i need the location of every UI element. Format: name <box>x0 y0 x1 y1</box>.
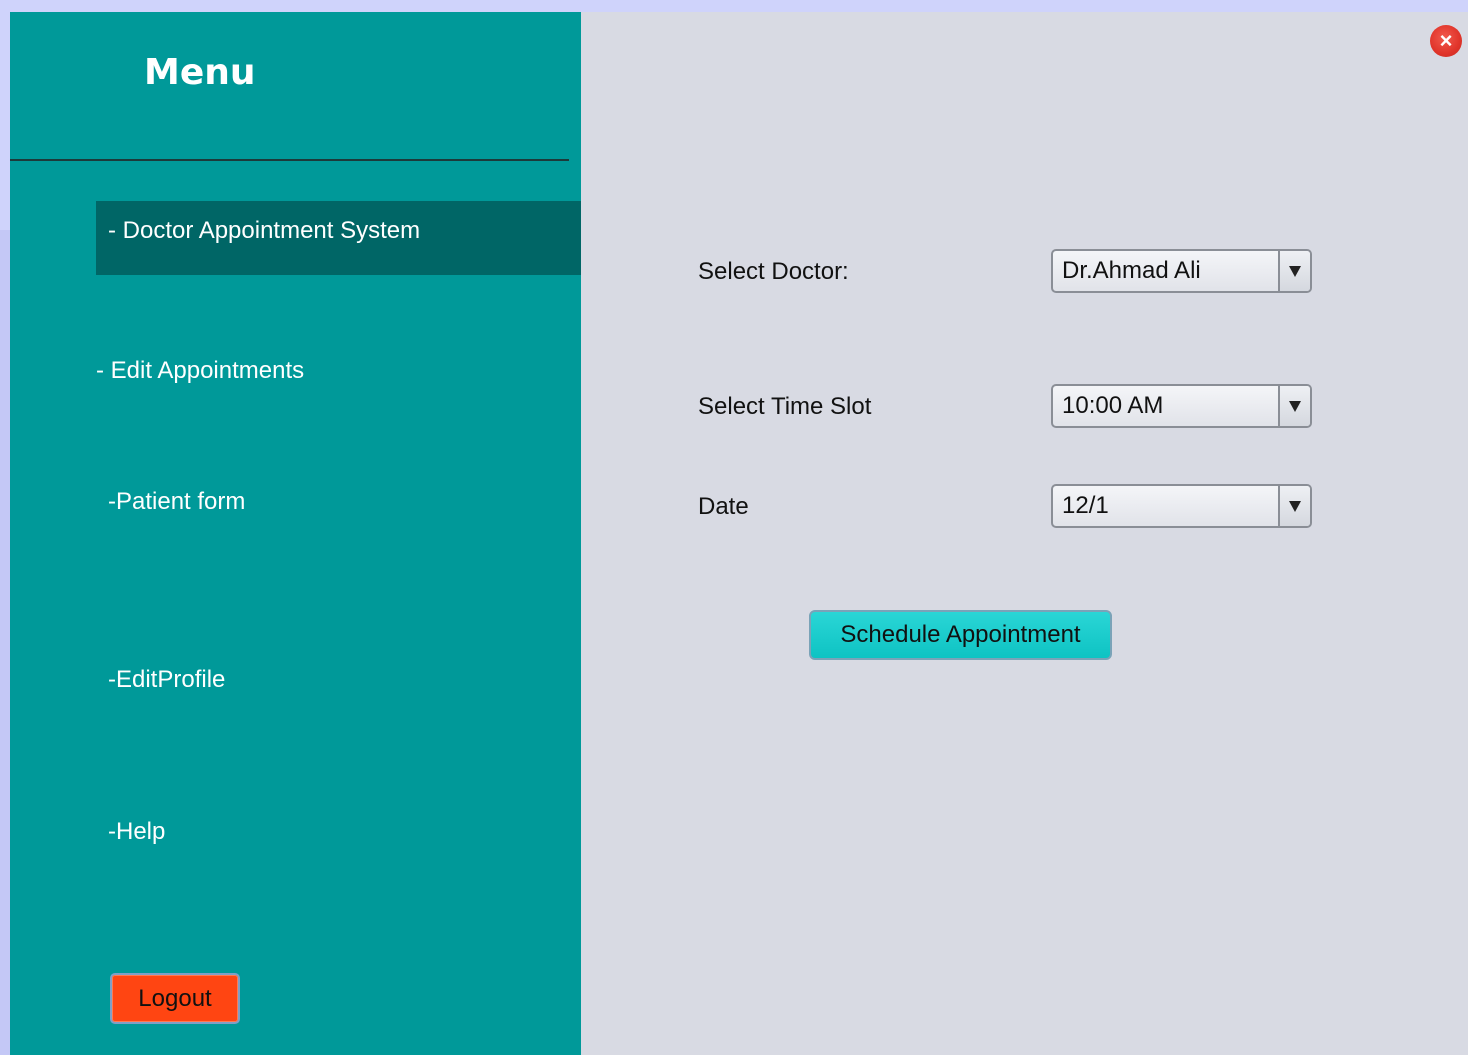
chevron-down-icon[interactable] <box>1278 386 1310 426</box>
select-doctor-label: Select Doctor: <box>698 258 849 285</box>
time-slot-select-value: 10:00 AM <box>1062 392 1164 419</box>
doctor-select-value: Dr.Ahmad Ali <box>1062 257 1201 284</box>
time-slot-select[interactable]: 10:00 AM <box>1051 384 1312 428</box>
sidebar-item-doctor-appointment-system[interactable]: - Doctor Appointment System <box>96 201 581 275</box>
sidebar-item-label: - Doctor Appointment System <box>108 217 421 244</box>
date-select[interactable]: 12/1 <box>1051 484 1312 528</box>
schedule-appointment-button[interactable]: Schedule Appointment <box>809 610 1112 660</box>
appointment-panel: × Select Doctor: Dr.Ahmad Ali Select Tim… <box>581 12 1468 1055</box>
sidebar-menu: Menu - Doctor Appointment System - Edit … <box>10 12 581 1055</box>
select-time-slot-label: Select Time Slot <box>698 393 872 420</box>
chevron-down-icon[interactable] <box>1278 251 1310 291</box>
sidebar-item-help[interactable]: -Help <box>108 818 165 846</box>
date-select-value: 12/1 <box>1062 492 1109 519</box>
sidebar-item-edit-appointments[interactable]: - Edit Appointments <box>96 357 304 385</box>
sidebar-item-patient-form[interactable]: -Patient form <box>108 488 245 516</box>
desktop-background <box>0 230 10 1055</box>
chevron-down-icon[interactable] <box>1278 486 1310 526</box>
menu-divider <box>10 159 569 161</box>
sidebar-item-edit-profile[interactable]: -EditProfile <box>108 666 225 694</box>
date-label: Date <box>698 493 749 520</box>
menu-title: Menu <box>144 52 256 93</box>
close-icon[interactable]: × <box>1430 25 1462 57</box>
logout-button[interactable]: Logout <box>110 973 240 1024</box>
doctor-select[interactable]: Dr.Ahmad Ali <box>1051 249 1312 293</box>
